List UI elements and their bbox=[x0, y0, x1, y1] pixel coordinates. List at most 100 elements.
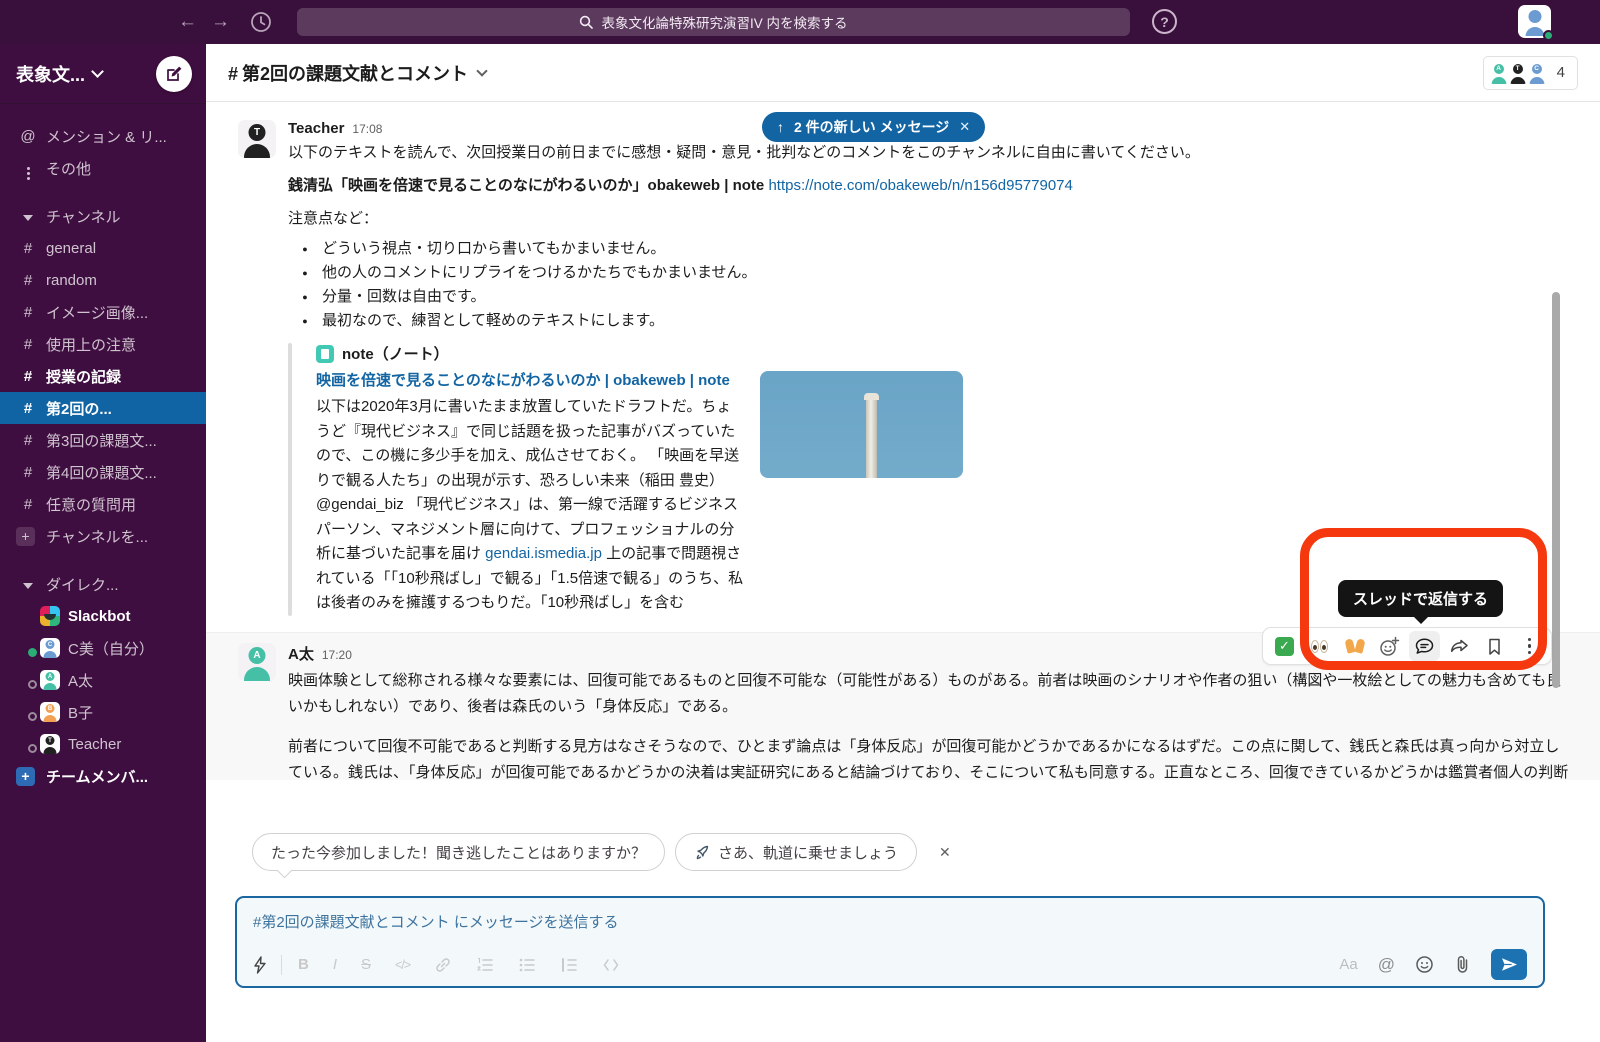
sidebar-item-more[interactable]: その他 bbox=[0, 152, 206, 184]
help-icon[interactable]: ? bbox=[1152, 9, 1177, 34]
composer-toolbar: B I S </> bbox=[253, 949, 1527, 980]
reaction-eyes-button[interactable] bbox=[1304, 631, 1335, 661]
kebab-icon bbox=[16, 157, 40, 180]
reference-title: 銭清弘「映画を倍速で見ることのなにがわるいのか」obakeweb | note bbox=[288, 177, 764, 194]
timestamp[interactable]: 17:20 bbox=[322, 648, 352, 662]
presence-offline-dot bbox=[28, 712, 37, 721]
show-formatting-button[interactable]: Aa bbox=[1339, 956, 1357, 973]
inline-code-button[interactable]: </> bbox=[395, 958, 410, 972]
scrollbar[interactable] bbox=[1552, 292, 1560, 688]
dm-teacher[interactable]: T Teacher bbox=[0, 728, 206, 760]
kebab-icon bbox=[1528, 638, 1532, 655]
dm-a-ta[interactable]: A A太 bbox=[0, 664, 206, 696]
sender-name[interactable]: Teacher bbox=[288, 120, 344, 137]
reaction-raised-hands-button[interactable] bbox=[1339, 631, 1370, 661]
suggestion-chip-on-track[interactable]: さあ、軌道に乗せましょう bbox=[675, 833, 917, 871]
ordered-list-icon bbox=[476, 957, 494, 973]
member-avatar: C bbox=[1526, 62, 1548, 84]
list-item: ●他の人のコメントにリプライをつけるかたちでもかまいません。 bbox=[288, 261, 1572, 285]
save-message-button[interactable] bbox=[1479, 631, 1510, 661]
avatar[interactable]: T bbox=[238, 120, 276, 158]
paperclip-icon bbox=[1454, 955, 1471, 974]
sidebar-channel-session2-active[interactable]: #第2回の... bbox=[0, 392, 206, 424]
new-message-button[interactable] bbox=[156, 56, 192, 92]
message-input[interactable]: #第2回の課題文献とコメント にメッセージを送信する bbox=[253, 911, 1527, 932]
blockquote-button[interactable] bbox=[560, 957, 578, 973]
dm-self[interactable]: C C美（自分） bbox=[0, 632, 206, 664]
eyes-emoji-icon bbox=[1311, 640, 1328, 653]
history-forward-icon[interactable]: → bbox=[211, 11, 230, 33]
ordered-list-button[interactable] bbox=[476, 957, 494, 973]
strikethrough-button[interactable]: S bbox=[361, 956, 371, 973]
history-back-icon[interactable]: ← bbox=[178, 11, 197, 33]
bold-button[interactable]: B bbox=[298, 956, 309, 973]
plus-icon: + bbox=[16, 527, 35, 546]
sidebar-channel-session4[interactable]: #第4回の課題文... bbox=[0, 456, 206, 488]
more-actions-button[interactable] bbox=[1514, 631, 1545, 661]
hash-icon: # bbox=[16, 336, 40, 353]
raised-hands-emoji-icon bbox=[1346, 639, 1364, 653]
channel-members-button[interactable]: A T C 4 bbox=[1483, 56, 1578, 90]
bullet-list-button[interactable] bbox=[518, 957, 536, 973]
history-clock-icon[interactable] bbox=[250, 11, 272, 33]
avatar[interactable]: A bbox=[238, 643, 276, 681]
card-title-link[interactable]: 映画を倍速で見ることのなにがわるいのか | obakeweb | note bbox=[316, 368, 744, 393]
suggestion-chip-joined[interactable]: たった今参加しました！聞き逃したことはありますか？ bbox=[252, 833, 665, 871]
card-thumbnail-image[interactable] bbox=[760, 371, 963, 478]
gendai-link[interactable]: gendai.ismedia.jp bbox=[485, 545, 602, 562]
timestamp[interactable]: 17:08 bbox=[352, 122, 382, 136]
close-icon[interactable]: ✕ bbox=[959, 119, 970, 135]
thread-reply-tooltip: スレッドで返信する bbox=[1338, 580, 1503, 617]
bullet-list: ●どういう視点・切り口から書いてもかまいません。 ●他の人のコメントにリプライを… bbox=[288, 237, 1572, 333]
message-composer: #第2回の課題文献とコメント にメッセージを送信する B I S </> bbox=[235, 896, 1545, 988]
user-avatar[interactable] bbox=[1518, 5, 1551, 38]
sidebar-channel-usage-notes[interactable]: #使用上の注意 bbox=[0, 328, 206, 360]
share-message-button[interactable] bbox=[1444, 631, 1475, 661]
sidebar-channel-random[interactable]: #random bbox=[0, 264, 206, 296]
sidebar-channel-image[interactable]: #イメージ画像... bbox=[0, 296, 206, 328]
suggestion-chips: たった今参加しました！聞き逃したことはありますか？ さあ、軌道に乗せましょう ✕ bbox=[252, 833, 1600, 871]
italic-button[interactable]: I bbox=[333, 956, 337, 973]
invite-members-button[interactable]: + チームメンバ... bbox=[0, 760, 206, 792]
smiley-icon bbox=[1415, 955, 1434, 974]
message-actions-toolbar: ✓ bbox=[1262, 627, 1552, 665]
close-icon[interactable]: ✕ bbox=[939, 844, 951, 861]
sender-name[interactable]: A太 bbox=[288, 643, 314, 664]
emoji-picker-button[interactable] bbox=[1415, 955, 1434, 974]
add-channel-button[interactable]: + チャンネルを... bbox=[0, 520, 206, 552]
sidebar-channel-questions[interactable]: #任意の質問用 bbox=[0, 488, 206, 520]
sidebar-item-mentions[interactable]: @ メンション & リ... bbox=[0, 120, 206, 152]
send-button[interactable] bbox=[1491, 949, 1527, 980]
link-button[interactable] bbox=[434, 956, 452, 974]
channels-section-header[interactable]: チャンネル bbox=[0, 200, 206, 232]
member-count: 4 bbox=[1557, 64, 1565, 81]
dm-section-header[interactable]: ダイレク... bbox=[0, 568, 206, 600]
search-input[interactable]: 表象文化論特殊研究演習IV 内を検索する bbox=[297, 8, 1130, 36]
new-messages-banner[interactable]: ↑ 2 件の新しい メッセージ ✕ bbox=[762, 112, 985, 142]
shortcuts-lightning-button[interactable] bbox=[253, 956, 267, 974]
note-article-link[interactable]: https://note.com/obakeweb/n/n156d9577907… bbox=[768, 177, 1072, 194]
sidebar-channel-session3[interactable]: #第3回の課題文... bbox=[0, 424, 206, 456]
sidebar: 表象文... @ メンション & リ... その他 チャンネル #general… bbox=[0, 44, 206, 1042]
sidebar-channel-general[interactable]: #general bbox=[0, 232, 206, 264]
workspace-header[interactable]: 表象文... bbox=[0, 44, 206, 104]
sidebar-channel-class-records[interactable]: #授業の記録 bbox=[0, 360, 206, 392]
message-teacher: T Teacher 17:08 以下のテキストを読んで、次回授業日の前日までに感… bbox=[206, 114, 1600, 620]
code-block-button[interactable] bbox=[602, 957, 620, 973]
dm-b-ko[interactable]: B B子 bbox=[0, 696, 206, 728]
message-list: T Teacher 17:08 以下のテキストを読んで、次回授業日の前日までに感… bbox=[206, 102, 1600, 828]
reply-in-thread-button[interactable] bbox=[1409, 631, 1440, 661]
add-reaction-button[interactable] bbox=[1374, 631, 1405, 661]
hash-icon: # bbox=[16, 368, 40, 385]
search-text: 表象文化論特殊研究演習IV 内を検索する bbox=[601, 12, 847, 32]
top-bar: ← → 表象文化論特殊研究演習IV 内を検索する ? bbox=[0, 0, 1600, 44]
reaction-check-mark-button[interactable]: ✓ bbox=[1269, 631, 1300, 661]
slackbot-avatar bbox=[40, 606, 60, 626]
divider bbox=[281, 955, 282, 975]
code-block-icon bbox=[602, 957, 620, 973]
mention-button[interactable]: @ bbox=[1378, 955, 1395, 975]
dm-slackbot[interactable]: Slackbot bbox=[0, 600, 206, 632]
channel-title[interactable]: #第2回の課題文献とコメント bbox=[228, 60, 468, 86]
attach-file-button[interactable] bbox=[1454, 955, 1471, 974]
rocket-icon bbox=[694, 844, 710, 860]
